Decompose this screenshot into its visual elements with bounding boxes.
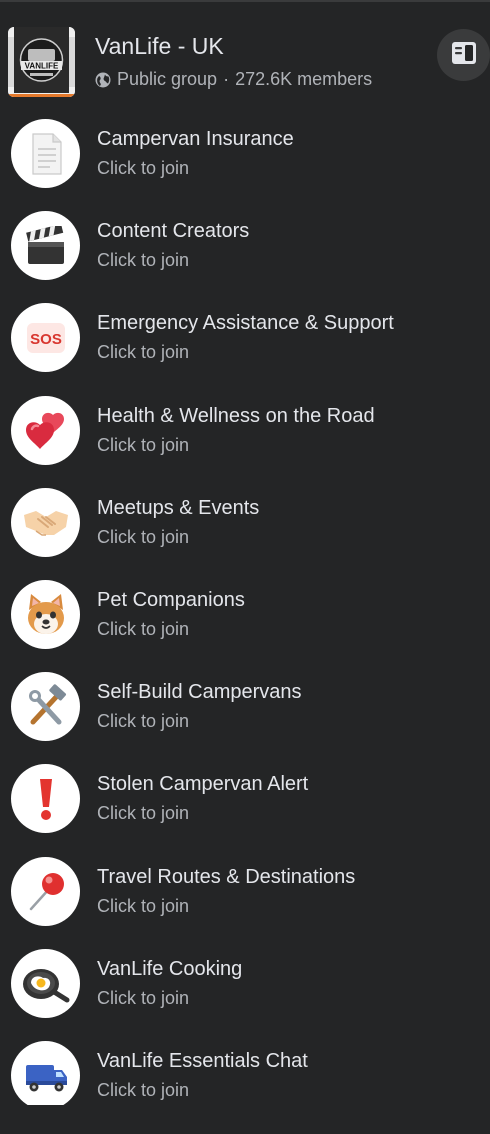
chat-status: Click to join [97,1080,190,1100]
chat-item-content-creators[interactable]: Content Creators Click to join [0,211,490,303]
chat-status: Click to join [97,342,190,362]
chat-title: Meetups & Events [97,497,260,519]
group-avatar[interactable]: VANLIFE [8,27,75,97]
chat-status: Click to join [97,896,190,916]
clapperboard-icon [11,211,80,280]
avatar-accent-bar [8,94,75,97]
chat-status: Click to join [97,803,190,823]
chat-item-health-wellness[interactable]: Health & Wellness on the Road Click to j… [0,396,490,488]
chat-item-vanlife-essentials[interactable]: VanLife Essentials Chat Click to join [0,1041,490,1105]
chat-title: Pet Companions [97,589,245,611]
top-divider [0,0,490,2]
chat-title: Content Creators [97,220,250,242]
chat-status: Click to join [97,527,190,547]
chat-status: Click to join [97,619,190,639]
side-panel-toggle-button[interactable] [437,29,490,81]
chat-item-stolen-campervan-alert[interactable]: Stolen Campervan Alert Click to join [0,764,490,856]
chat-status: Click to join [97,711,190,731]
chat-title: Self-Build Campervans [97,681,302,703]
chat-status: Click to join [97,988,190,1008]
chat-status: Click to join [97,250,190,270]
frying-pan-icon [11,949,80,1018]
chat-title: Emergency Assistance & Support [97,312,394,334]
chat-item-vanlife-cooking[interactable]: VanLife Cooking Click to join [0,949,490,1041]
meta-separator: · [223,69,230,89]
chat-title: VanLife Essentials Chat [97,1050,308,1072]
chat-title: Travel Routes & Destinations [97,866,356,888]
handshake-icon [11,488,80,557]
group-privacy: Public group [117,69,218,89]
group-meta: Public group · 272.6K members [95,69,372,90]
document-icon [11,119,80,188]
pushpin-icon [11,857,80,926]
chat-title: Stolen Campervan Alert [97,773,309,795]
chat-item-pet-companions[interactable]: Pet Companions Click to join [0,580,490,672]
dog-face-icon [11,580,80,649]
group-name[interactable]: VanLife - UK [95,33,224,60]
globe-icon [95,72,111,88]
group-logo-text: VANLIFE [25,62,59,71]
chat-item-travel-routes[interactable]: Travel Routes & Destinations Click to jo… [0,857,490,949]
chat-title: VanLife Cooking [97,958,243,980]
hammer-wrench-icon [11,672,80,741]
chat-item-self-build-campervans[interactable]: Self-Build Campervans Click to join [0,672,490,764]
chat-item-meetups-events[interactable]: Meetups & Events Click to join [0,488,490,580]
chat-title: Campervan Insurance [97,128,294,150]
hearts-icon [11,396,80,465]
group-member-count: 272.6K members [235,69,373,89]
truck-icon [11,1041,80,1105]
chat-status: Click to join [97,435,190,455]
chat-item-emergency-assistance[interactable]: SOS Emergency Assistance & Support Click… [0,303,490,395]
chat-title: Health & Wellness on the Road [97,405,375,427]
group-header: VANLIFE VanLife - UK Public group · 272.… [0,20,490,100]
chat-status: Click to join [97,158,190,178]
sos-text: SOS [30,331,62,348]
exclamation-icon [11,764,80,833]
sidebar-panel-icon [451,41,477,70]
chat-item-campervan-insurance[interactable]: Campervan Insurance Click to join [0,119,490,211]
sos-icon: SOS [11,303,80,372]
